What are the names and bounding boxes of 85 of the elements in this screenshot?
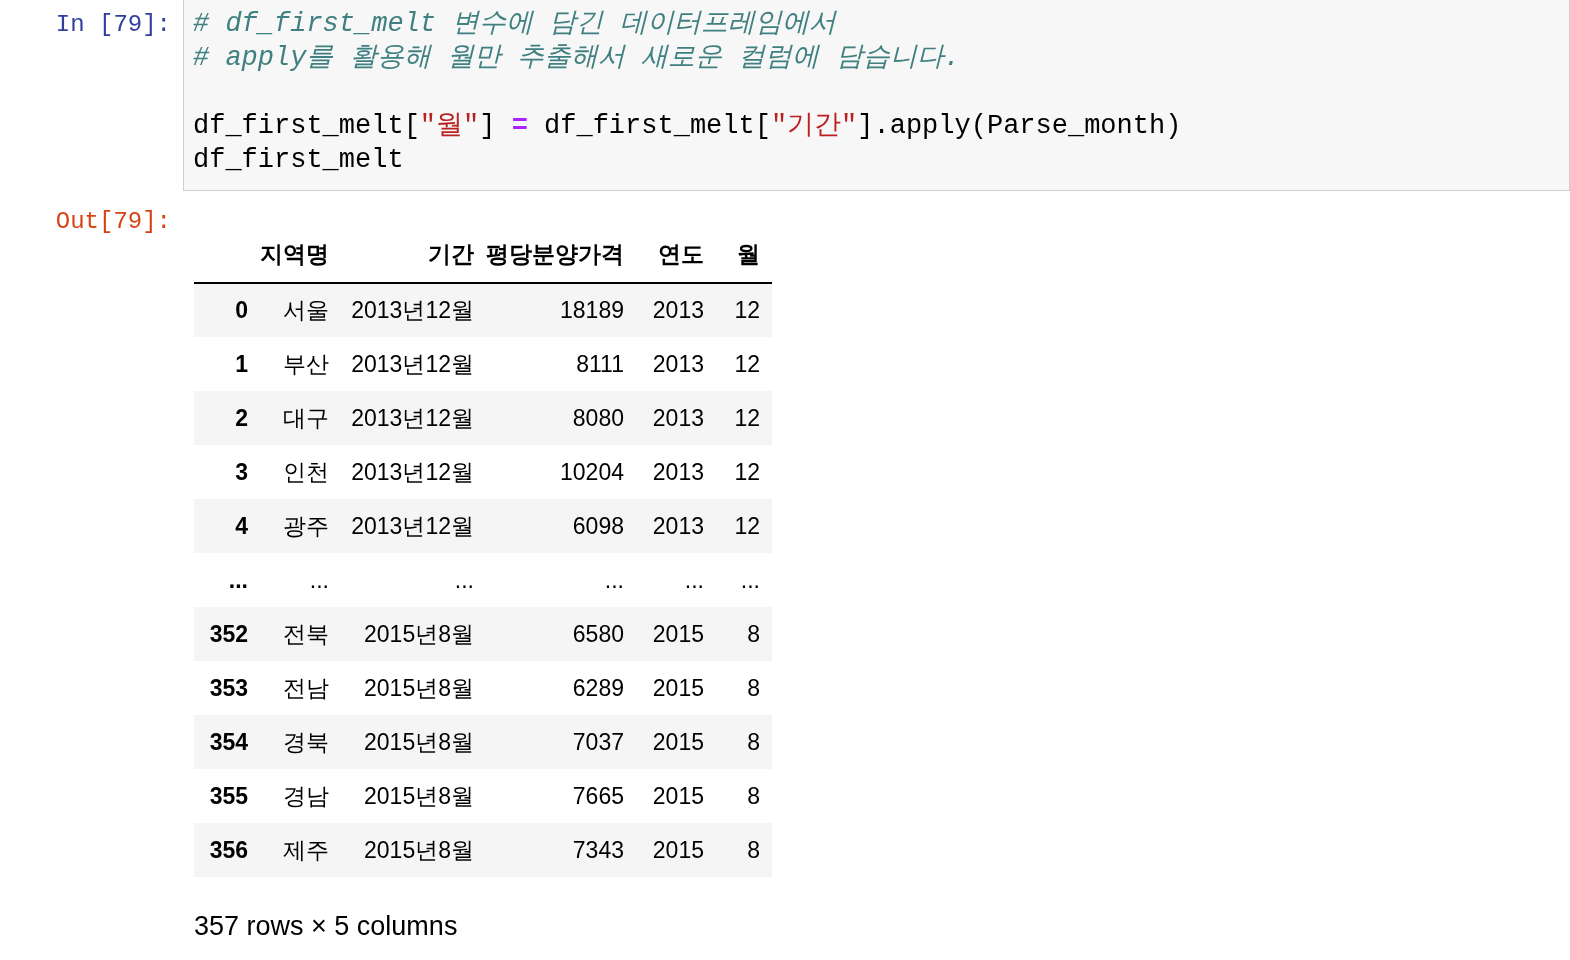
- table-cell: 2013: [636, 283, 716, 337]
- table-cell: 12: [716, 391, 772, 445]
- table-cell: 광주: [260, 499, 341, 553]
- column-header: 월: [716, 227, 772, 283]
- row-index: 354: [194, 715, 260, 769]
- table-cell: 2015: [636, 715, 716, 769]
- table-cell: 6098: [486, 499, 636, 553]
- string-literal: "월": [419, 111, 480, 141]
- table-cell: ...: [636, 553, 716, 607]
- table-cell: 6289: [486, 661, 636, 715]
- table-cell: 7665: [486, 769, 636, 823]
- table-cell: 8: [716, 823, 772, 877]
- table-cell: 2013: [636, 499, 716, 553]
- table-cell: ...: [260, 553, 341, 607]
- operator: =: [511, 111, 528, 141]
- table-cell: 6580: [486, 607, 636, 661]
- table-cell: 12: [716, 499, 772, 553]
- table-cell: 부산: [260, 337, 341, 391]
- string-literal: "기간": [770, 111, 858, 141]
- table-cell: 2015: [636, 769, 716, 823]
- table-cell: 2013년12월: [341, 499, 486, 553]
- table-cell: 경남: [260, 769, 341, 823]
- table-cell: 8111: [486, 337, 636, 391]
- table-cell: 7037: [486, 715, 636, 769]
- column-header: 기간: [341, 227, 486, 283]
- column-header: 지역명: [260, 227, 341, 283]
- table-cell: 2013: [636, 445, 716, 499]
- code-text: ].apply(Parse_month): [857, 111, 1182, 141]
- table-cell: 2015년8월: [341, 769, 486, 823]
- code-comment: # df_first_melt 변수에 담긴 데이터프레임에서: [193, 9, 836, 39]
- table-cell: ...: [341, 553, 486, 607]
- table-cell: 2013: [636, 337, 716, 391]
- table-cell: 서울: [260, 283, 341, 337]
- table-cell: 2013년12월: [341, 391, 486, 445]
- table-summary: 357 rows × 5 columns: [194, 910, 458, 943]
- code-comment: # apply를 활용해 월만 추출해서 새로운 컬럼에 담습니다.: [193, 43, 960, 73]
- row-index: 353: [194, 661, 260, 715]
- row-index: 2: [194, 391, 260, 445]
- row-index: ...: [194, 553, 260, 607]
- column-header: 평당분양가격: [486, 227, 636, 283]
- table-cell: 2013년12월: [341, 283, 486, 337]
- table-cell: 12: [716, 445, 772, 499]
- table-cell: ...: [716, 553, 772, 607]
- table-cell: 인천: [260, 445, 341, 499]
- table-cell: 2015: [636, 607, 716, 661]
- table-cell: 18189: [486, 283, 636, 337]
- table-cell: 2015년8월: [341, 661, 486, 715]
- row-index: 0: [194, 283, 260, 337]
- row-index: 1: [194, 337, 260, 391]
- table-cell: 2015년8월: [341, 823, 486, 877]
- table-cell: 7343: [486, 823, 636, 877]
- table-cell: 2013년12월: [341, 337, 486, 391]
- table-cell: 8: [716, 715, 772, 769]
- row-index: 356: [194, 823, 260, 877]
- row-index: 4: [194, 499, 260, 553]
- table-cell: 전북: [260, 607, 341, 661]
- table-cell: 2015: [636, 661, 716, 715]
- table-cell: 2015: [636, 823, 716, 877]
- code-text: ]: [479, 111, 497, 141]
- input-prompt: In [79]:: [55, 10, 171, 40]
- table-cell: 8: [716, 661, 772, 715]
- table-cell: 제주: [260, 823, 341, 877]
- table-cell: 2015년8월: [341, 607, 486, 661]
- row-index: 3: [194, 445, 260, 499]
- row-index: 352: [194, 607, 260, 661]
- code-text: df_first_melt[: [193, 110, 420, 143]
- row-index: 355: [194, 769, 260, 823]
- table-cell: 전남: [260, 661, 341, 715]
- table-cell: 대구: [260, 391, 341, 445]
- table-cell: 2015년8월: [341, 715, 486, 769]
- table-cell: 12: [716, 337, 772, 391]
- output-prompt: Out[79]:: [55, 207, 171, 237]
- code-text: df_first_melt: [193, 145, 404, 175]
- table-cell: 8: [716, 769, 772, 823]
- table-cell: 10204: [486, 445, 636, 499]
- table-cell: 8080: [486, 391, 636, 445]
- table-cell: 2013년12월: [341, 445, 486, 499]
- code-editor[interactable]: # df_first_melt 변수에 담긴 데이터프레임에서 # apply를 활용해 월만 추출해서 새로운 컬럼에 담습니다. df_first_melt["월"] = df_first_melt["기간"].apply(Parse_month) df_first_melt: [183, 0, 1570, 191]
- table-cell: 8: [716, 607, 772, 661]
- column-header: 연도: [636, 227, 716, 283]
- code-text: df_first_melt[: [543, 111, 771, 141]
- table-cell: 12: [716, 283, 772, 337]
- table-cell: ...: [486, 553, 636, 607]
- table-cell: 2013: [636, 391, 716, 445]
- table-cell: 경북: [260, 715, 341, 769]
